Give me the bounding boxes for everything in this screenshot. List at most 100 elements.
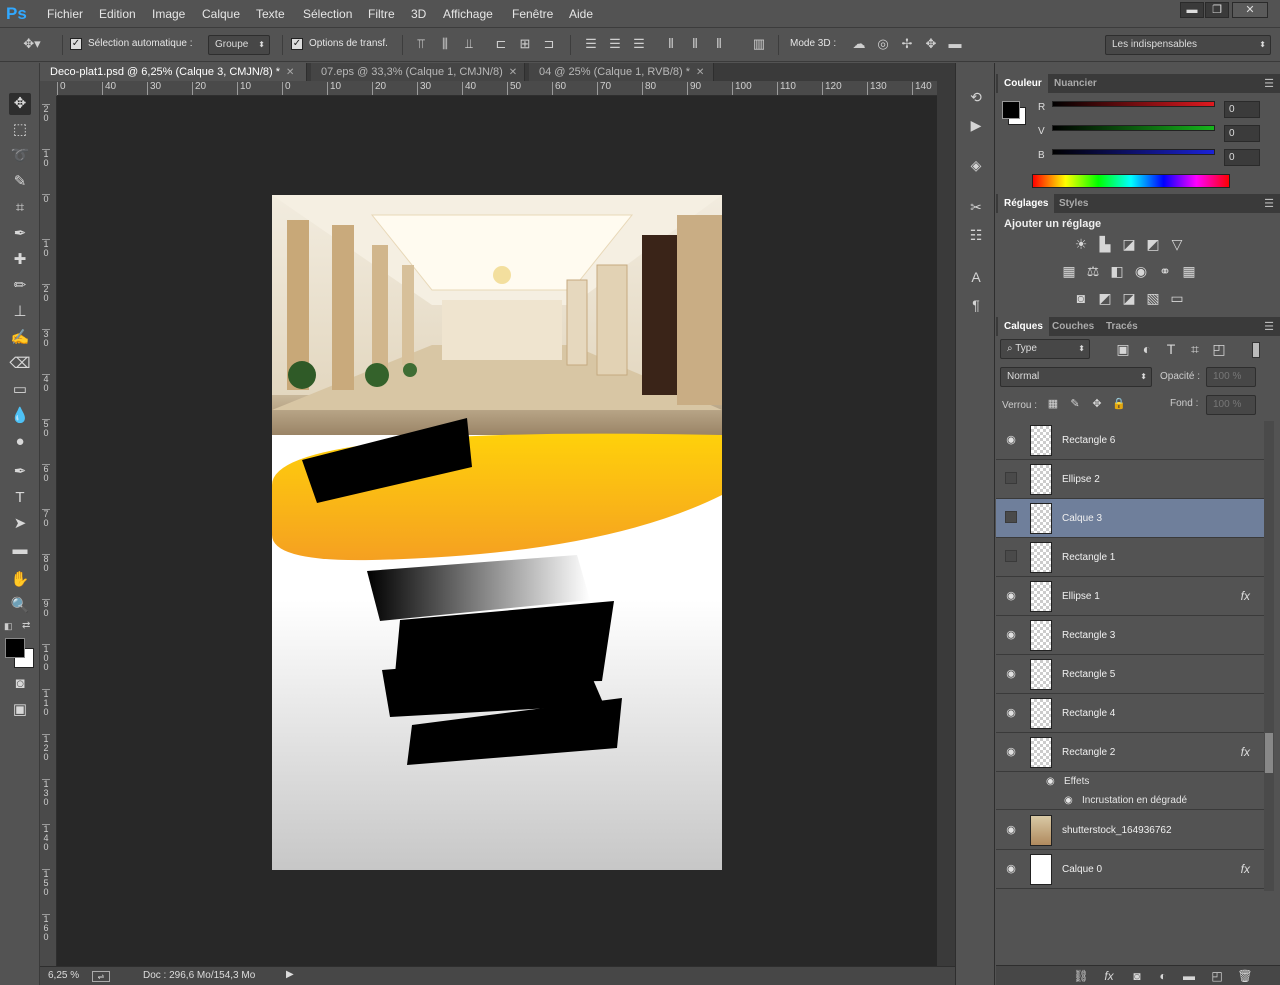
filter-toggle[interactable]	[1252, 342, 1260, 358]
layer-row[interactable]: ◉ Rectangle 2 fx	[996, 733, 1264, 772]
tab-styles[interactable]: Styles	[1053, 194, 1094, 213]
layer-filter-dropdown[interactable]: ⌕ Type ⬍	[1000, 339, 1090, 359]
3d-slide-icon[interactable]: ✥	[924, 37, 938, 51]
layer-name[interactable]: Calque 0	[1062, 850, 1102, 889]
tab-04[interactable]: 04 @ 25% (Calque 1, RVB/8) * ✕	[529, 63, 714, 81]
align-hcenter-icon[interactable]: ⊞	[518, 37, 532, 51]
crop-tool-icon[interactable]: ⌗	[9, 197, 31, 219]
swap-colors-icon[interactable]: ⇄	[22, 620, 30, 631]
distribute-bottom-icon[interactable]: ☰	[632, 37, 646, 51]
menu-aide[interactable]: Aide	[569, 0, 593, 28]
eye-icon[interactable]: ◉	[1000, 702, 1022, 724]
minimize-button[interactable]: ▬	[1180, 2, 1204, 18]
layer-name[interactable]: Rectangle 1	[1062, 538, 1115, 577]
channel-r-slider[interactable]	[1052, 101, 1215, 107]
panel-menu-icon[interactable]: ☰	[1264, 320, 1274, 333]
layer-row[interactable]: ◉ Ellipse 1 fx	[996, 577, 1264, 616]
visibility-toggle[interactable]	[1005, 550, 1017, 562]
black-white-icon[interactable]: ◧	[1108, 262, 1126, 280]
visibility-toggle[interactable]	[1005, 511, 1017, 523]
distribute-right-icon[interactable]: ⦀	[712, 37, 726, 51]
tab-calques[interactable]: Calques	[998, 317, 1049, 336]
layers-scrollbar[interactable]	[1264, 421, 1274, 891]
properties-panel-icon[interactable]: ☷	[966, 225, 986, 245]
character-panel-icon[interactable]: A	[966, 267, 986, 287]
layer-row[interactable]: ◉ Calque 0 fx	[996, 850, 1264, 889]
layer-name[interactable]: Rectangle 4	[1062, 694, 1115, 733]
history-brush-tool-icon[interactable]: ✍	[9, 327, 31, 349]
tab-traces[interactable]: Tracés	[1100, 317, 1144, 336]
layer-name[interactable]: Ellipse 2	[1062, 460, 1100, 499]
zoom-tool-icon[interactable]: 🔍	[9, 595, 31, 617]
3d-scale-icon[interactable]: ▬	[948, 37, 962, 51]
new-adjustment-icon[interactable]: ◐	[1154, 967, 1172, 985]
eraser-tool-icon[interactable]: ⌫	[9, 353, 31, 375]
layer-name[interactable]: Rectangle 6	[1062, 421, 1115, 460]
paragraph-panel-icon[interactable]: ¶	[966, 295, 986, 315]
color-lookup-icon[interactable]: ▦	[1180, 262, 1198, 280]
link-layers-icon[interactable]: ⛓	[1072, 967, 1090, 985]
path-selection-tool-icon[interactable]: ➤	[9, 513, 31, 535]
move-tool-icon[interactable]: ✥	[9, 93, 31, 115]
align-top-icon[interactable]: ⫪	[414, 37, 428, 51]
menu-selection[interactable]: Sélection	[303, 0, 352, 28]
layer-row[interactable]: ◉ Rectangle 4	[996, 694, 1264, 733]
layer-name[interactable]: Rectangle 2	[1062, 733, 1115, 772]
hand-tool-icon[interactable]: ✋	[9, 569, 31, 591]
effect-row[interactable]: ◉ Incrustation en dégradé	[996, 791, 1264, 810]
channel-b-slider[interactable]	[1052, 149, 1215, 155]
layer-row[interactable]: ◉ Rectangle 5	[996, 655, 1264, 694]
history-panel-icon[interactable]: ⟲	[966, 87, 986, 107]
threshold-icon[interactable]: ◪	[1120, 289, 1138, 307]
brightness-icon[interactable]: ☀	[1072, 235, 1090, 253]
distribute-hcenter-icon[interactable]: ⦀	[688, 37, 702, 51]
close-icon[interactable]: ✕	[509, 67, 517, 78]
blend-mode-dropdown[interactable]: Normal ⬍	[1000, 367, 1152, 387]
hue-saturation-icon[interactable]: ▦	[1060, 262, 1078, 280]
layer-row-selected[interactable]: Calque 3	[996, 499, 1264, 538]
menu-texte[interactable]: Texte	[256, 0, 285, 28]
brush-panel-icon[interactable]: ✂	[966, 197, 986, 217]
panel-menu-icon[interactable]: ☰	[1264, 77, 1274, 90]
lock-all-icon[interactable]: 🔒	[1110, 395, 1128, 413]
lock-pixels-icon[interactable]: ✎	[1066, 395, 1084, 413]
quick-mask-icon[interactable]: ◙	[9, 673, 31, 695]
canvas-area[interactable]	[57, 96, 937, 966]
fx-icon[interactable]: fx	[1241, 589, 1250, 603]
filter-adjustment-icon[interactable]: ◐	[1138, 340, 1156, 358]
color-ramp[interactable]	[1032, 174, 1230, 188]
actions-panel-icon[interactable]: ▶	[966, 115, 986, 135]
share-icon[interactable]: ⇌	[92, 971, 110, 982]
zoom-level[interactable]: 6,25 %	[48, 970, 79, 981]
eye-icon[interactable]: ◉	[1000, 858, 1022, 880]
layer-row[interactable]: Ellipse 2	[996, 460, 1264, 499]
opacity-input[interactable]: 100 %	[1206, 367, 1256, 387]
filter-type-icon[interactable]: T	[1162, 340, 1180, 358]
menu-3d[interactable]: 3D	[411, 0, 426, 28]
eye-icon[interactable]: ◉	[1046, 772, 1055, 791]
layer-name[interactable]: Rectangle 3	[1062, 616, 1115, 655]
effects-row[interactable]: ◉ Effets	[996, 772, 1264, 791]
tab-07-eps[interactable]: 07.eps @ 33,3% (Calque 1, CMJN/8) ✕	[311, 63, 525, 81]
channel-v-value[interactable]: 0	[1224, 125, 1260, 142]
menu-image[interactable]: Image	[152, 0, 185, 28]
channel-mixer-icon[interactable]: ⚭	[1156, 262, 1174, 280]
close-icon[interactable]: ✕	[696, 67, 704, 78]
add-mask-icon[interactable]: ◙	[1128, 967, 1146, 985]
layer-name[interactable]: Ellipse 1	[1062, 577, 1100, 616]
auto-align-icon[interactable]: ▥	[752, 37, 766, 51]
exposure-icon[interactable]: ◩	[1144, 235, 1162, 253]
filter-pixel-icon[interactable]: ▣	[1114, 340, 1132, 358]
align-bottom-icon[interactable]: ⫫	[462, 37, 476, 51]
add-style-icon[interactable]: fx	[1100, 967, 1118, 985]
layer-row[interactable]: Rectangle 1	[996, 538, 1264, 577]
distribute-left-icon[interactable]: ⦀	[664, 37, 678, 51]
3d-panel-icon[interactable]: ◈	[966, 155, 986, 175]
curves-icon[interactable]: ◪	[1120, 235, 1138, 253]
lasso-tool-icon[interactable]: ➰	[9, 145, 31, 167]
scrollbar-thumb[interactable]	[1265, 733, 1273, 773]
distribute-top-icon[interactable]: ☰	[584, 37, 598, 51]
eye-icon[interactable]: ◉	[1064, 791, 1073, 810]
tab-couches[interactable]: Couches	[1046, 317, 1100, 336]
eye-icon[interactable]: ◉	[1000, 624, 1022, 646]
